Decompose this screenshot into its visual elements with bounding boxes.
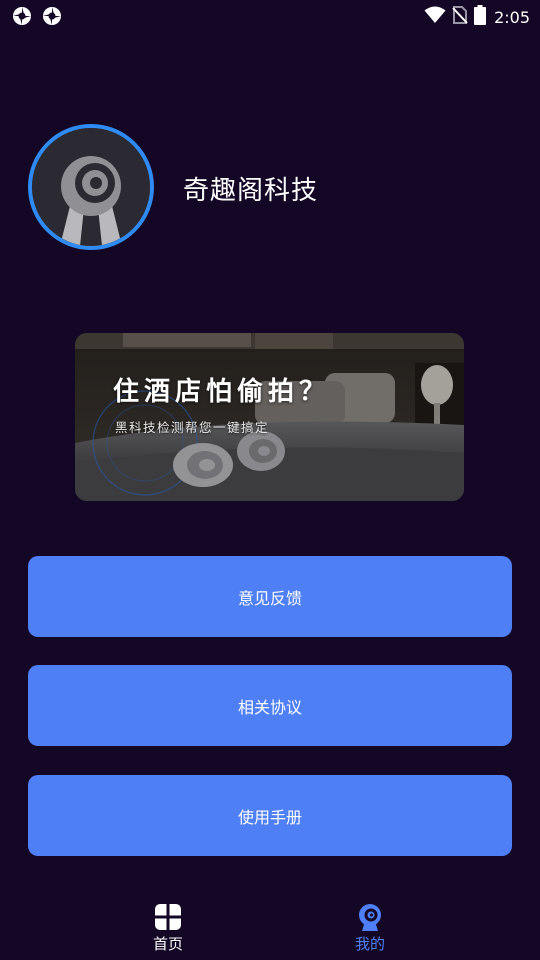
banner-subtitle: 黑科技检测帮您一键搞定 xyxy=(115,420,270,435)
status-time: 2:05 xyxy=(494,7,530,27)
mine-screen: 2:05 奇趣阁科技 住酒店怕偷拍？ 黑科技检测帮您一键搞定 意见反馈 相关协议… xyxy=(0,0,540,960)
avatar[interactable] xyxy=(28,124,154,250)
company-name: 奇趣阁科技 xyxy=(183,176,319,206)
nav-tab-mine[interactable]: 我的 xyxy=(300,896,440,960)
user-manual-label: 使用手册 xyxy=(237,807,302,827)
wifi-icon xyxy=(424,6,446,28)
battery-icon xyxy=(474,5,487,29)
no-sim-icon xyxy=(452,6,468,28)
banner-title: 住酒店怕偷拍？ xyxy=(113,377,331,407)
agreement-button[interactable]: 相关协议 xyxy=(28,665,512,746)
camera-profile-icon xyxy=(356,903,384,931)
bottom-navigation: 首页 我的 xyxy=(0,896,540,960)
hotel-camera-banner[interactable]: 住酒店怕偷拍？ 黑科技检测帮您一键搞定 xyxy=(75,333,464,501)
app-notification-icon xyxy=(42,6,62,26)
app-notification-icon xyxy=(12,6,32,26)
camera-logo-icon xyxy=(32,128,150,246)
feedback-button[interactable]: 意见反馈 xyxy=(28,556,512,637)
status-bar: 2:05 xyxy=(0,0,540,30)
nav-tab-home[interactable]: 首页 xyxy=(98,896,238,960)
user-manual-button[interactable]: 使用手册 xyxy=(28,775,512,856)
agreement-label: 相关协议 xyxy=(237,697,302,717)
feedback-label: 意见反馈 xyxy=(237,588,302,608)
home-grid-icon xyxy=(154,903,182,931)
nav-home-label: 首页 xyxy=(152,935,183,953)
nav-mine-label: 我的 xyxy=(354,935,385,953)
